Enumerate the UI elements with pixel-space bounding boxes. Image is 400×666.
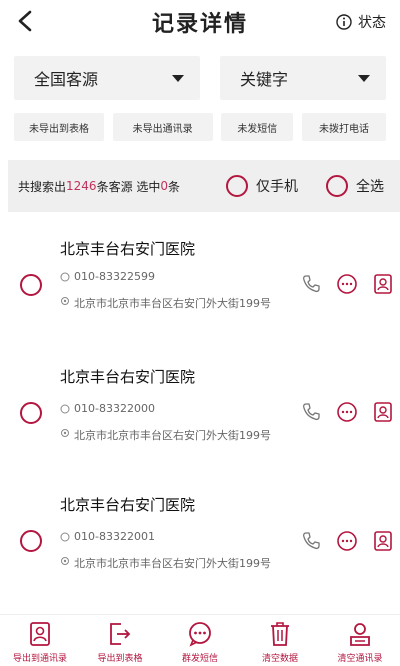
clear-contacts-label: 清空通讯录	[337, 654, 383, 664]
status-filter-chips: 未导出到表格 未导出通讯录 未发短信 未拨打电话	[14, 113, 386, 141]
record-phone-text: 010-83322001	[74, 530, 155, 543]
clear-data-label: 清空数据	[261, 654, 298, 664]
only-phone-label: 仅手机	[256, 179, 298, 195]
record-phone: 010-83322001	[60, 530, 155, 543]
list-item: 北京丰台右安门医院 010-83322000 北京市北京市丰台区右安门外大街19…	[0, 364, 400, 474]
record-address-text: 北京市北京市丰台区右安门外大街199号	[74, 429, 271, 442]
info-icon	[336, 14, 352, 30]
summary-prefix: 共搜索出	[18, 179, 67, 194]
contact-card-icon	[27, 621, 53, 647]
export-sheet-label: 导出到表格	[97, 654, 143, 664]
location-icon	[61, 429, 69, 437]
record-address: 北京市北京市丰台区右安门外大街199号	[60, 556, 300, 572]
summary-mid: 条客源 选中	[96, 179, 161, 194]
status-button[interactable]: 状态	[336, 12, 386, 32]
phone-small-icon	[60, 532, 70, 541]
export-icon	[107, 621, 133, 647]
only-phone-radio[interactable]	[226, 175, 248, 197]
keyword-dropdown-value: 关键字	[240, 70, 289, 89]
record-actions	[300, 273, 394, 295]
record-address: 北京市北京市丰台区右安门外大街199号	[60, 428, 300, 444]
contact-card-icon[interactable]	[372, 401, 394, 423]
record-select-radio[interactable]	[20, 274, 42, 296]
location-icon	[61, 297, 69, 305]
select-all-option[interactable]: 全选	[326, 175, 384, 197]
contact-card-icon[interactable]	[372, 530, 394, 552]
source-dropdown[interactable]: 全国客源	[14, 56, 200, 100]
result-count: 1246	[66, 179, 97, 193]
export-contacts-button[interactable]: 导出到通讯录	[5, 621, 75, 664]
list-item: 北京丰台右安门医院 010-83322001 北京市北京市丰台区右安门外大街19…	[0, 490, 400, 600]
message-icon[interactable]	[336, 273, 358, 295]
keyword-dropdown[interactable]: 关键字	[220, 56, 386, 100]
chip-not-called[interactable]: 未拨打电话	[301, 113, 386, 141]
only-phone-option[interactable]: 仅手机	[226, 175, 298, 197]
record-actions	[300, 401, 394, 423]
message-icon[interactable]	[336, 401, 358, 423]
export-sheet-button[interactable]: 导出到表格	[85, 621, 155, 664]
record-select-radio[interactable]	[20, 530, 42, 552]
record-name: 北京丰台右安门医院	[60, 496, 196, 514]
clear-data-button[interactable]: 清空数据	[245, 621, 315, 664]
record-address-text: 北京市北京市丰台区右安门外大街199号	[74, 557, 271, 570]
summary-suffix: 条	[168, 179, 181, 194]
message-icon	[187, 621, 213, 647]
record-phone-text: 010-83322000	[74, 402, 155, 415]
status-label: 状态	[358, 15, 386, 31]
clear-contacts-button[interactable]: 清空通讯录	[325, 621, 395, 664]
phone-icon[interactable]	[300, 401, 322, 423]
record-address-text: 北京市北京市丰台区右安门外大街199号	[74, 297, 271, 310]
source-dropdown-value: 全国客源	[34, 70, 99, 89]
record-phone: 010-83322599	[60, 270, 155, 283]
record-actions	[300, 530, 394, 552]
caret-down-icon	[358, 74, 370, 82]
filter-bar: 全国客源 关键字	[14, 56, 386, 100]
record-address: 北京市北京市丰台区右安门外大街199号	[60, 296, 300, 312]
select-all-radio[interactable]	[326, 175, 348, 197]
caret-down-icon	[172, 74, 184, 82]
clear-contacts-icon	[347, 621, 373, 647]
chip-not-exported-contacts[interactable]: 未导出通讯录	[112, 113, 213, 141]
select-all-label: 全选	[356, 179, 384, 195]
bulk-sms-button[interactable]: 群发短信	[165, 621, 235, 664]
phone-icon[interactable]	[300, 273, 322, 295]
phone-small-icon	[60, 404, 70, 413]
record-phone-text: 010-83322599	[74, 270, 155, 283]
list-item: 北京丰台右安门医院 010-83322599 北京市北京市丰台区右安门外大街19…	[0, 232, 400, 342]
bulk-sms-label: 群发短信	[181, 654, 218, 664]
selected-count: 0	[160, 179, 169, 193]
record-phone: 010-83322000	[60, 402, 155, 415]
location-icon	[61, 557, 69, 565]
record-name: 北京丰台右安门医院	[60, 368, 196, 386]
export-contacts-label: 导出到通讯录	[12, 654, 67, 664]
record-select-radio[interactable]	[20, 402, 42, 424]
message-icon[interactable]	[336, 530, 358, 552]
phone-icon[interactable]	[300, 530, 322, 552]
contact-card-icon[interactable]	[372, 273, 394, 295]
chip-not-exported-sheet[interactable]: 未导出到表格	[14, 113, 104, 141]
record-name: 北京丰台右安门医院	[60, 240, 196, 258]
trash-icon	[267, 621, 293, 647]
header: 记录详情 状态	[0, 0, 400, 44]
phone-small-icon	[60, 272, 70, 281]
bottom-toolbar: 导出到通讯录 导出到表格 群发短信 清空数据 清空通讯录	[0, 614, 400, 666]
chip-not-sent-sms[interactable]: 未发短信	[221, 113, 294, 141]
